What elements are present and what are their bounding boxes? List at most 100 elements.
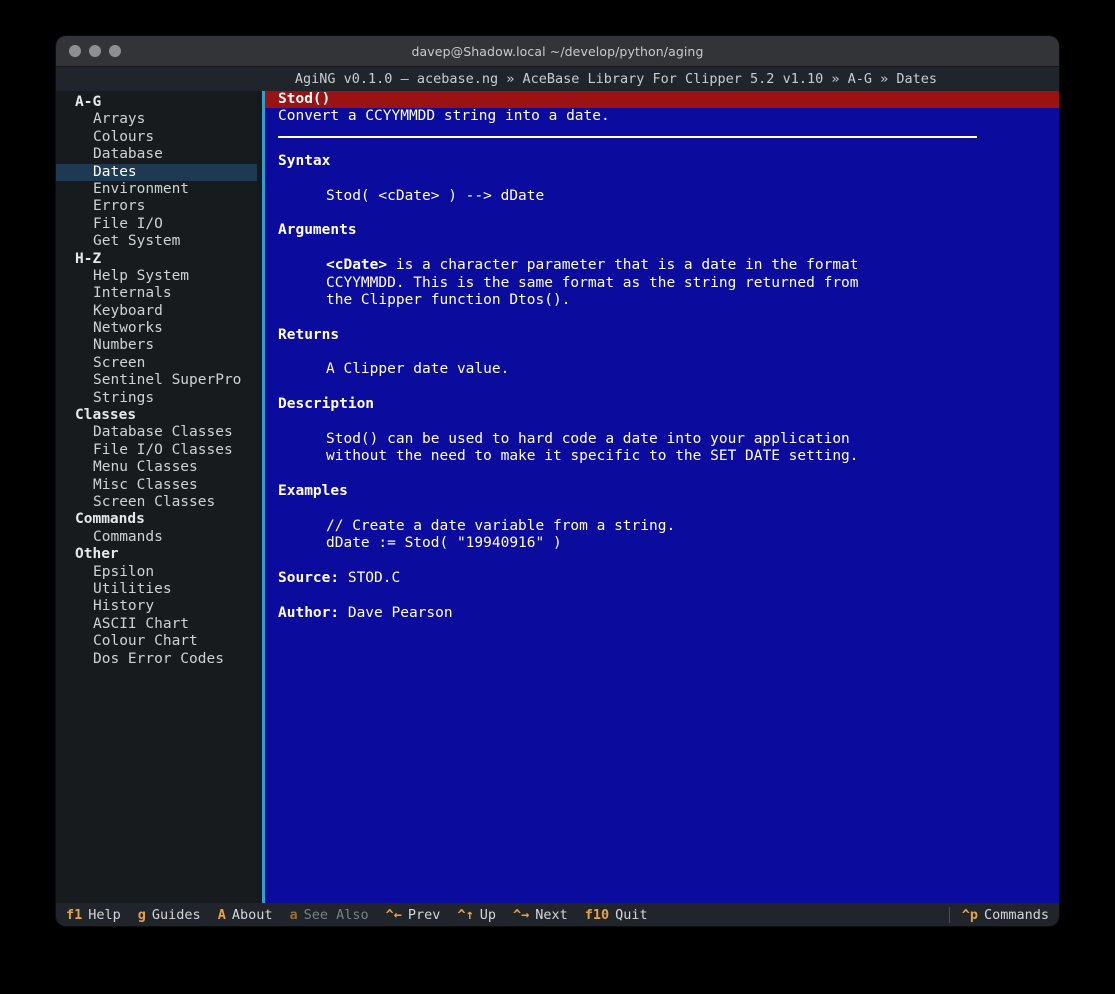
key-binding: f1 xyxy=(66,907,82,923)
key-label: Quit xyxy=(615,907,648,923)
sidebar-item-screen-classes[interactable]: Screen Classes xyxy=(56,494,257,511)
section-line: Stod( <cDate> ) --> dDate xyxy=(278,188,1059,205)
app-body: A-GArraysColoursDatabaseDatesEnvironment… xyxy=(56,91,1059,903)
sidebar-item-file-i-o[interactable]: File I/O xyxy=(56,216,257,233)
sidebar-item-help-system[interactable]: Help System xyxy=(56,268,257,285)
sidebar-item-commands[interactable]: Commands xyxy=(56,529,257,546)
section-spacer xyxy=(278,414,1059,431)
key-binding: g xyxy=(138,907,146,923)
sidebar-item-file-i-o-classes[interactable]: File I/O Classes xyxy=(56,442,257,459)
key-label: Guides xyxy=(152,907,201,923)
sidebar-item-dates[interactable]: Dates xyxy=(56,164,257,181)
section-spacer xyxy=(278,240,1059,257)
section-heading: Examples xyxy=(278,483,1059,500)
meta-key: Source: xyxy=(278,570,339,586)
footer-key-commands[interactable]: ^p Commands xyxy=(949,907,1059,923)
meta-key: Author: xyxy=(278,605,339,621)
footer-key-next[interactable]: ^→ Next xyxy=(513,907,568,923)
section-spacer xyxy=(278,379,1059,396)
footer-key-up[interactable]: ^↑ Up xyxy=(457,907,496,923)
sidebar-item-networks[interactable]: Networks xyxy=(56,320,257,337)
sidebar-item-ascii-chart[interactable]: ASCII Chart xyxy=(56,616,257,633)
footer-key-about[interactable]: A About xyxy=(218,907,273,923)
sidebar-item-database[interactable]: Database xyxy=(56,146,257,163)
window-title: davep@Shadow.local ~/develop/python/agin… xyxy=(56,44,1059,59)
key-binding: A xyxy=(218,907,226,923)
window-titlebar: davep@Shadow.local ~/develop/python/agin… xyxy=(56,36,1059,67)
content-pane: Stod() Convert a CCYYMMDD string into a … xyxy=(265,91,1059,903)
section-line: Stod() can be used to hard code a date i… xyxy=(278,431,1059,448)
close-button[interactable] xyxy=(69,45,81,57)
sidebar-item-colours[interactable]: Colours xyxy=(56,129,257,146)
footer-key-see-also[interactable]: aSee Also xyxy=(289,907,368,923)
section-heading: Description xyxy=(278,396,1059,413)
sidebar-item-keyboard[interactable]: Keyboard xyxy=(56,303,257,320)
terminal-window: davep@Shadow.local ~/develop/python/agin… xyxy=(56,36,1059,926)
key-label: About xyxy=(232,907,273,923)
sidebar-item-dos-error-codes[interactable]: Dos Error Codes xyxy=(56,651,257,668)
minimize-button[interactable] xyxy=(89,45,101,57)
sidebar-item-arrays[interactable]: Arrays xyxy=(56,111,257,128)
footer-key-guides[interactable]: g Guides xyxy=(138,907,201,923)
sidebar-item-epsilon[interactable]: Epsilon xyxy=(56,564,257,581)
key-label: Help xyxy=(88,907,121,923)
sidebar[interactable]: A-GArraysColoursDatabaseDatesEnvironment… xyxy=(56,91,257,903)
section-line: // Create a date variable from a string. xyxy=(278,518,1059,535)
meta-line: Author: Dave Pearson xyxy=(278,605,1059,622)
section-line: dDate := Stod( "19940916" ) xyxy=(278,535,1059,552)
entry-body: SyntaxStod( <cDate> ) --> dDateArguments… xyxy=(265,138,1059,623)
sidebar-item-history[interactable]: History xyxy=(56,598,257,615)
entry-title: Stod() xyxy=(265,91,1059,108)
key-binding: f10 xyxy=(585,907,609,923)
sidebar-item-a-g[interactable]: A-G xyxy=(56,94,257,111)
sidebar-item-errors[interactable]: Errors xyxy=(56,198,257,215)
section-spacer xyxy=(278,309,1059,326)
key-label: Up xyxy=(480,907,496,923)
meta-line: Source: STOD.C xyxy=(278,570,1059,587)
window-controls xyxy=(69,45,121,57)
section-spacer xyxy=(278,466,1059,483)
sidebar-item-utilities[interactable]: Utilities xyxy=(56,581,257,598)
sidebar-item-numbers[interactable]: Numbers xyxy=(56,337,257,354)
sidebar-item-get-system[interactable]: Get System xyxy=(56,233,257,250)
section-line: CCYYMMDD. This is the same format as the… xyxy=(278,275,1059,292)
meta-value: STOD.C xyxy=(348,570,400,586)
section-line: without the need to make it specific to … xyxy=(278,448,1059,465)
footer-key-help[interactable]: f1 Help xyxy=(66,907,121,923)
key-binding: ^↑ xyxy=(457,907,473,923)
key-label: Next xyxy=(535,907,568,923)
zoom-button[interactable] xyxy=(109,45,121,57)
footer-key-quit[interactable]: f10 Quit xyxy=(585,907,648,923)
sidebar-item-sentinel-superpro[interactable]: Sentinel SuperPro xyxy=(56,372,257,389)
sidebar-item-other[interactable]: Other xyxy=(56,546,257,563)
section-line: A Clipper date value. xyxy=(278,361,1059,378)
sidebar-item-screen[interactable]: Screen xyxy=(56,355,257,372)
key-binding: a xyxy=(289,907,297,923)
key-label: Commands xyxy=(984,907,1049,923)
breadcrumb: AgiNG v0.1.0 — acebase.ng » AceBase Libr… xyxy=(56,67,1059,91)
sidebar-item-h-z[interactable]: H-Z xyxy=(56,251,257,268)
sidebar-item-commands[interactable]: Commands xyxy=(56,511,257,528)
sidebar-item-colour-chart[interactable]: Colour Chart xyxy=(56,633,257,650)
footer-key-prev[interactable]: ^← Prev xyxy=(386,907,441,923)
section-line: <cDate> is a character parameter that is… xyxy=(278,257,1059,274)
key-label: Prev xyxy=(408,907,441,923)
key-binding: ^← xyxy=(386,907,402,923)
sidebar-item-classes[interactable]: Classes xyxy=(56,407,257,424)
meta-value: Dave Pearson xyxy=(348,605,453,621)
sidebar-item-menu-classes[interactable]: Menu Classes xyxy=(56,459,257,476)
sidebar-item-strings[interactable]: Strings xyxy=(56,390,257,407)
section-spacer xyxy=(278,205,1059,222)
section-spacer xyxy=(278,501,1059,518)
section-spacer xyxy=(278,588,1059,605)
sidebar-item-internals[interactable]: Internals xyxy=(56,285,257,302)
sidebar-item-misc-classes[interactable]: Misc Classes xyxy=(56,477,257,494)
status-bar: f1 Help g Guides A About aSee Also ^← Prev ^↑ Up ^→… xyxy=(56,903,1059,926)
sidebar-item-environment[interactable]: Environment xyxy=(56,181,257,198)
section-heading: Syntax xyxy=(278,153,1059,170)
sidebar-item-database-classes[interactable]: Database Classes xyxy=(56,424,257,441)
key-binding: ^→ xyxy=(513,907,529,923)
argument-name: <cDate> xyxy=(326,257,387,273)
section-spacer xyxy=(278,170,1059,187)
key-binding: ^p xyxy=(962,907,978,923)
